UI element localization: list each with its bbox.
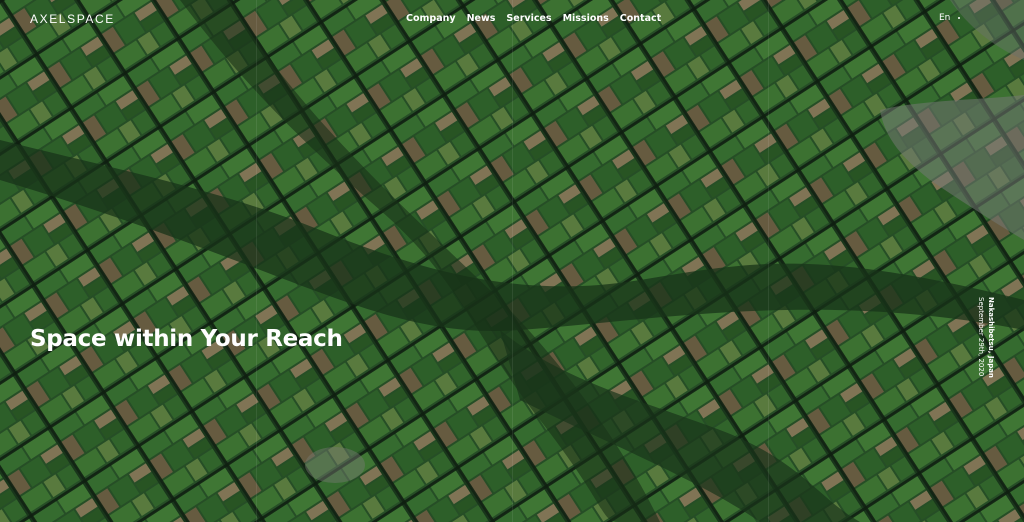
caption-date: September 29th, 2020 bbox=[977, 297, 985, 377]
nav-item-news[interactable]: News bbox=[467, 13, 496, 24]
caption-location: Nakashibetsu, Japan bbox=[987, 297, 995, 378]
nav-item-contact[interactable]: Contact bbox=[620, 13, 661, 24]
language-dot-icon bbox=[958, 17, 960, 19]
hero-section: AXELSPACE Company News Services Missions… bbox=[0, 0, 1024, 522]
nav-item-services[interactable]: Services bbox=[506, 13, 551, 24]
language-switcher[interactable]: En bbox=[939, 13, 950, 23]
nav-item-missions[interactable]: Missions bbox=[563, 13, 609, 24]
grid-line bbox=[256, 0, 257, 522]
axelspace-logo[interactable]: AXELSPACE bbox=[30, 12, 115, 26]
grid-line bbox=[768, 0, 769, 522]
hero-headline: Space within Your Reach bbox=[30, 326, 343, 352]
site-header: AXELSPACE Company News Services Missions… bbox=[0, 0, 1024, 38]
image-caption: Nakashibetsu, Japan September 29th, 2020 bbox=[976, 297, 1000, 387]
grid-line bbox=[512, 0, 513, 522]
main-nav: Company News Services Missions Contact bbox=[406, 13, 672, 24]
nav-item-company[interactable]: Company bbox=[406, 13, 456, 24]
